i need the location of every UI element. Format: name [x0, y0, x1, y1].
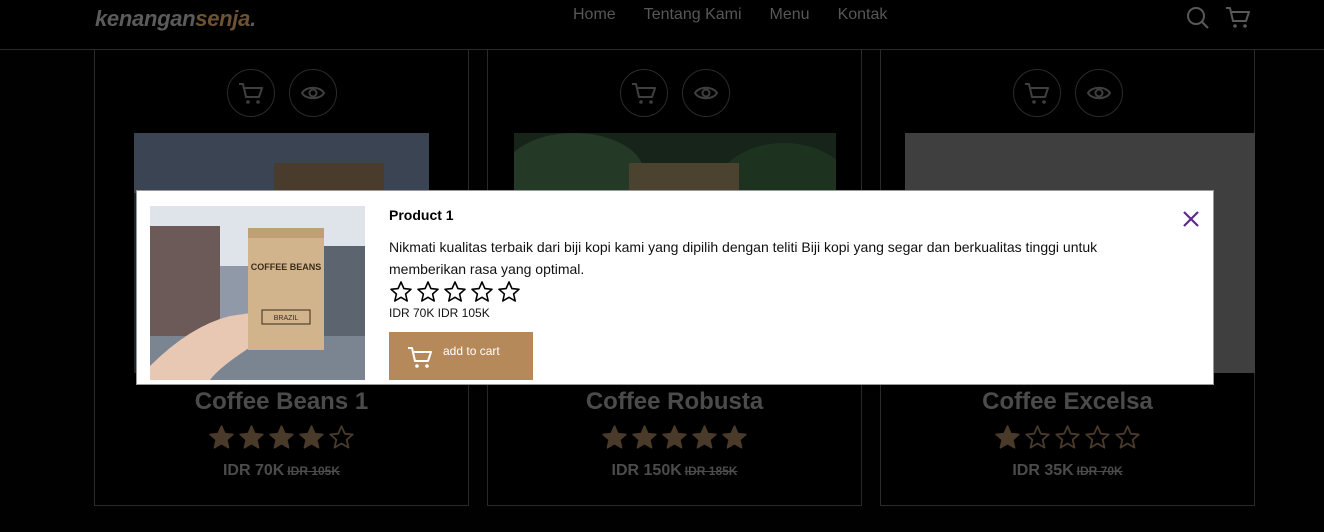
- current-price: IDR 70K: [222, 462, 285, 479]
- shopping-cart-icon: [1024, 83, 1049, 104]
- shopping-cart-icon: [631, 83, 656, 104]
- quick-view-button[interactable]: [681, 69, 730, 117]
- shopping-cart-icon: [407, 344, 433, 370]
- product-price: IDR 35K IDR 70K: [881, 462, 1254, 480]
- close-icon[interactable]: [1180, 208, 1202, 230]
- product-rating: [488, 424, 861, 451]
- logo-dot: .: [250, 6, 256, 31]
- modal-rating: [389, 280, 521, 304]
- star-filled-icon: [299, 425, 324, 449]
- star-empty-icon: [417, 281, 439, 302]
- product-price: IDR 70K IDR 105K: [95, 462, 468, 480]
- card-actions: [881, 69, 1254, 117]
- star-filled-icon: [995, 425, 1020, 449]
- modal-title: Product 1: [389, 207, 454, 223]
- nav-link-kontak[interactable]: Kontak: [838, 6, 888, 24]
- star-filled-icon: [722, 425, 747, 449]
- star-empty-icon: [471, 281, 493, 302]
- add-to-cart-label: add to cart: [443, 344, 500, 358]
- old-price: IDR 185K: [684, 464, 738, 478]
- product-price: IDR 150K IDR 185K: [488, 462, 861, 480]
- old-price: IDR 105K: [287, 464, 341, 478]
- bag-text: COFFEE BEANS: [251, 262, 322, 272]
- modal-product-image: COFFEE BEANS BRAZIL: [150, 206, 365, 380]
- product-rating: [95, 424, 468, 451]
- product-name: Coffee Beans 1: [194, 388, 369, 415]
- quick-view-button[interactable]: [1074, 69, 1123, 117]
- shopping-cart-icon: [238, 83, 263, 104]
- eye-icon: [1086, 86, 1111, 100]
- modal-price: IDR 70K IDR 105K: [389, 306, 490, 320]
- add-to-cart-button[interactable]: [1012, 69, 1061, 117]
- card-actions: [95, 69, 468, 117]
- star-empty-icon: [498, 281, 520, 302]
- product-name: Coffee Excelsa: [982, 388, 1153, 415]
- product-name: Coffee Robusta: [585, 388, 764, 415]
- shopping-cart-icon[interactable]: [1225, 4, 1251, 30]
- star-empty-icon: [1115, 425, 1140, 449]
- logo-accent: senja: [195, 6, 251, 31]
- bag-label: BRAZIL: [274, 315, 299, 322]
- add-to-cart-button[interactable]: add to cart: [389, 332, 533, 380]
- navbar: kenangansenja. Home Tentang Kami Menu Ko…: [0, 0, 1324, 50]
- logo[interactable]: kenangansenja.: [95, 6, 256, 32]
- nav-link-menu[interactable]: Menu: [770, 6, 810, 24]
- logo-main: kenangan: [95, 6, 196, 31]
- product-rating: [881, 424, 1254, 451]
- nav-link-home[interactable]: Home: [573, 6, 616, 24]
- current-price: IDR 35K: [1012, 462, 1074, 479]
- star-filled-icon: [209, 425, 234, 449]
- page: kenangansenja. Home Tentang Kami Menu Ko…: [0, 0, 1324, 532]
- search-icon[interactable]: [1185, 4, 1211, 30]
- star-filled-icon: [269, 425, 294, 449]
- modal-description: Nikmati kualitas terbaik dari biji kopi …: [389, 239, 1098, 277]
- nav-icons: [1185, 4, 1251, 30]
- product-detail-modal: COFFEE BEANS BRAZIL Product 1 Nikmati ku…: [136, 190, 1214, 385]
- star-filled-icon: [602, 425, 627, 449]
- eye-icon: [693, 86, 718, 100]
- star-filled-icon: [662, 425, 687, 449]
- star-empty-icon: [390, 281, 412, 302]
- old-price: IDR 70K: [1076, 464, 1123, 478]
- star-empty-icon: [1055, 425, 1080, 449]
- star-empty-icon: [444, 281, 466, 302]
- star-filled-icon: [692, 425, 717, 449]
- star-empty-icon: [1085, 425, 1110, 449]
- star-filled-icon: [632, 425, 657, 449]
- star-filled-icon: [239, 425, 264, 449]
- eye-icon: [300, 86, 325, 100]
- star-empty-icon: [329, 425, 354, 449]
- add-to-cart-button[interactable]: [619, 69, 668, 117]
- card-actions: [488, 69, 861, 117]
- nav-link-tentang-kami[interactable]: Tentang Kami: [644, 6, 742, 24]
- nav-links: Home Tentang Kami Menu Kontak: [573, 6, 887, 24]
- current-price: IDR 150K: [611, 462, 682, 479]
- add-to-cart-button[interactable]: [226, 69, 275, 117]
- quick-view-button[interactable]: [288, 69, 337, 117]
- star-empty-icon: [1025, 425, 1050, 449]
